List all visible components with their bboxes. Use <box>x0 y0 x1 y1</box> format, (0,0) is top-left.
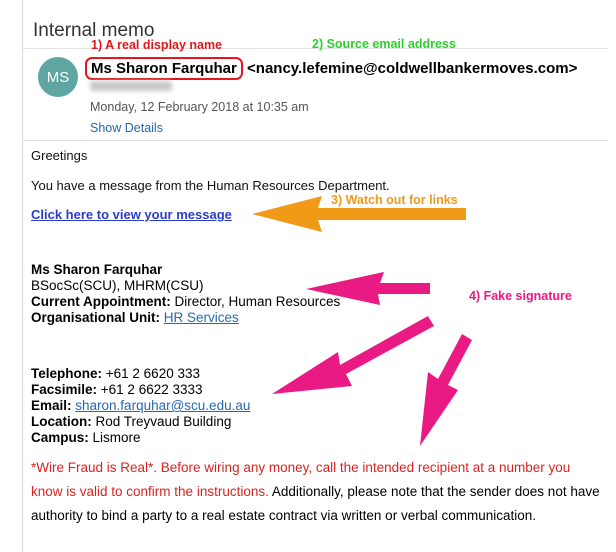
signature-block-1: Ms Sharon Farquhar BSocSc(SCU), MHRM(CSU… <box>31 262 340 326</box>
appointment-value: Director, Human Resources <box>170 294 341 309</box>
unit-label: Organisational Unit: <box>31 310 161 325</box>
telephone-value: +61 2 6620 333 <box>102 366 200 381</box>
annotation-fake-signature: 4) Fake signature <box>469 289 572 303</box>
signature-email-link[interactable]: sharon.farquhar@scu.edu.au <box>75 398 250 413</box>
annotation-display-name: 1) A real display name <box>91 38 223 52</box>
campus-value: Lismore <box>88 430 141 445</box>
location-value: Rod Treyvaud Building <box>91 414 232 429</box>
campus-label: Campus: <box>31 430 89 445</box>
signature-qualifications: BSocSc(SCU), MHRM(CSU) <box>31 278 204 293</box>
avatar: MS <box>38 57 78 97</box>
wire-fraud-disclaimer: *Wire Fraud is Real*. Before wiring any … <box>31 456 601 528</box>
recipient-blurred <box>90 81 172 91</box>
signature-name: Ms Sharon Farquhar <box>31 262 163 277</box>
sender-line: Ms Sharon Farquhar <nancy.lefemine@coldw… <box>85 57 577 80</box>
signature-block-2: Telephone: +61 2 6620 333 Facsimile: +61… <box>31 366 250 446</box>
annotation-source-email: 2) Source email address <box>312 37 456 51</box>
email-label: Email: <box>31 398 72 413</box>
sender-email-address[interactable]: <nancy.lefemine@coldwellbankermoves.com> <box>247 60 577 77</box>
facsimile-label: Facsimile: <box>31 382 98 397</box>
sender-display-name[interactable]: Ms Sharon Farquhar <box>85 57 243 80</box>
annotation-links: 3) Watch out for links <box>331 193 458 207</box>
hr-services-link[interactable]: HR Services <box>164 310 239 325</box>
telephone-label: Telephone: <box>31 366 103 381</box>
greeting-text: Greetings <box>31 148 88 163</box>
body-divider <box>23 140 608 141</box>
email-date: Monday, 12 February 2018 at 10:35 am <box>90 100 309 114</box>
appointment-label: Current Appointment: <box>31 294 171 309</box>
facsimile-value: +61 2 6622 3333 <box>97 382 203 397</box>
show-details-link[interactable]: Show Details <box>90 121 163 135</box>
message-text: You have a message from the Human Resour… <box>31 178 390 193</box>
location-label: Location: <box>31 414 92 429</box>
view-message-link[interactable]: Click here to view your message <box>31 207 232 222</box>
